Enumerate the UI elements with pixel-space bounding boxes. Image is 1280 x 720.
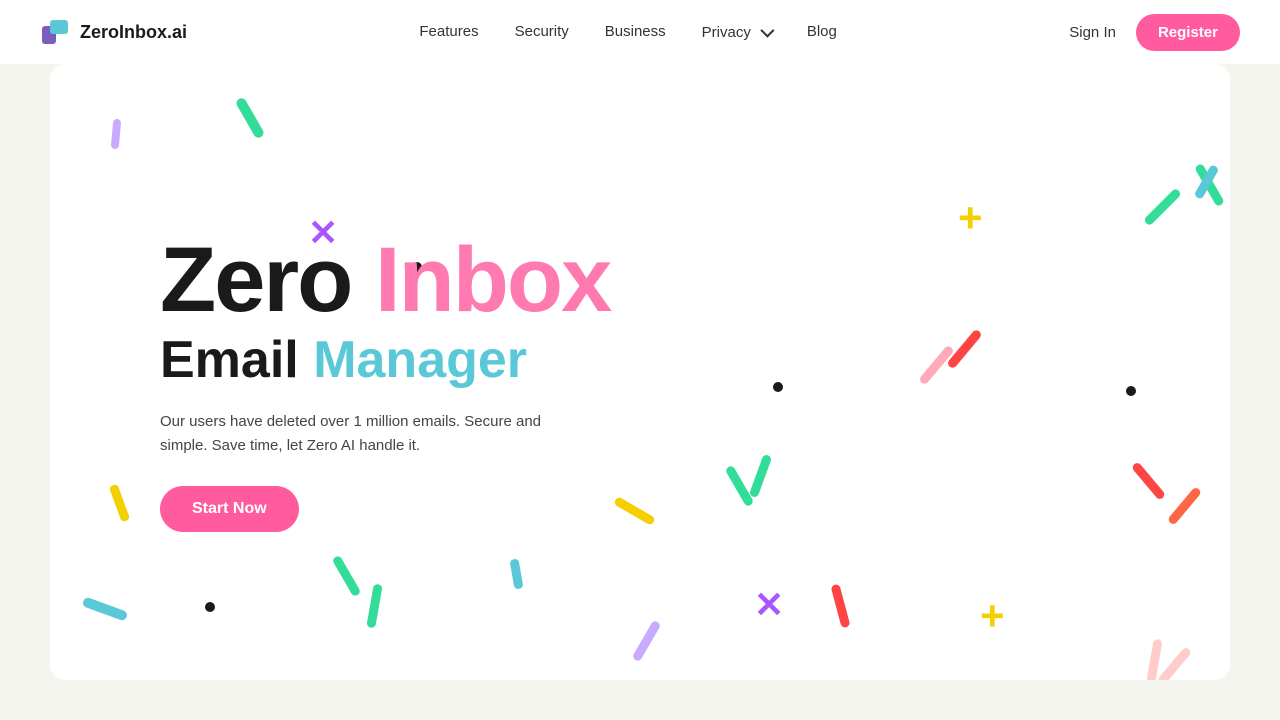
nav-item-business[interactable]: Business xyxy=(605,23,666,41)
signin-button[interactable]: Sign In xyxy=(1069,24,1116,41)
deco-cyan-2 xyxy=(509,558,523,589)
deco-plus-yellow-2: + xyxy=(980,592,1005,640)
deco-plus-yellow-1: + xyxy=(958,194,983,242)
deco-teal-4 xyxy=(725,465,755,508)
logo-text: ZeroInbox.ai xyxy=(80,22,187,43)
deco-red-2 xyxy=(1131,461,1166,500)
nav-item-features[interactable]: Features xyxy=(419,23,478,41)
deco-yellow-1 xyxy=(109,484,130,523)
hero-subtitle-black: Email xyxy=(160,331,313,389)
deco-teal-5 xyxy=(749,454,773,498)
hero-title: Zero Inbox xyxy=(160,234,610,326)
navbar: ZeroInbox.ai Features Security Business … xyxy=(0,0,1280,64)
dot-4 xyxy=(205,602,215,612)
hero-subtitle-blue: Manager xyxy=(313,331,527,389)
hero-description: Our users have deleted over 1 million em… xyxy=(160,410,580,458)
nav-item-security[interactable]: Security xyxy=(515,23,569,41)
start-now-button[interactable]: Start Now xyxy=(160,486,299,532)
deco-lavender-1 xyxy=(632,620,662,663)
chevron-down-icon xyxy=(760,23,774,37)
dot-2 xyxy=(1126,386,1136,396)
deco-teal-7 xyxy=(366,584,383,629)
deco-purple-1 xyxy=(111,119,122,150)
nav-item-blog[interactable]: Blog xyxy=(807,23,837,41)
deco-cross-purple-2: ✕ xyxy=(754,584,784,626)
deco-yellow-2 xyxy=(613,496,656,526)
nav-actions: Sign In Register xyxy=(1069,14,1240,51)
deco-cyan-1 xyxy=(82,596,129,621)
deco-teal-3 xyxy=(1143,188,1182,227)
hero-subtitle: Email Manager xyxy=(160,330,610,390)
deco-red-3 xyxy=(830,584,850,629)
hero-title-pink: Inbox xyxy=(375,229,610,331)
hero-title-black: Zero xyxy=(160,229,375,331)
deco-pink-3 xyxy=(1157,646,1192,680)
logo-icon xyxy=(40,16,72,48)
dot-3 xyxy=(773,382,783,392)
deco-teal-1 xyxy=(235,96,266,139)
logo[interactable]: ZeroInbox.ai xyxy=(40,16,187,48)
hero-content: Zero Inbox Email Manager Our users have … xyxy=(160,234,610,532)
deco-teal-6 xyxy=(332,555,362,598)
nav-item-privacy[interactable]: Privacy xyxy=(702,24,771,41)
register-button[interactable]: Register xyxy=(1136,14,1240,51)
deco-orange-1 xyxy=(1167,486,1202,525)
hero-section: Zero Inbox Email Manager Our users have … xyxy=(50,64,1230,680)
nav-links: Features Security Business Privacy Blog xyxy=(419,23,836,41)
